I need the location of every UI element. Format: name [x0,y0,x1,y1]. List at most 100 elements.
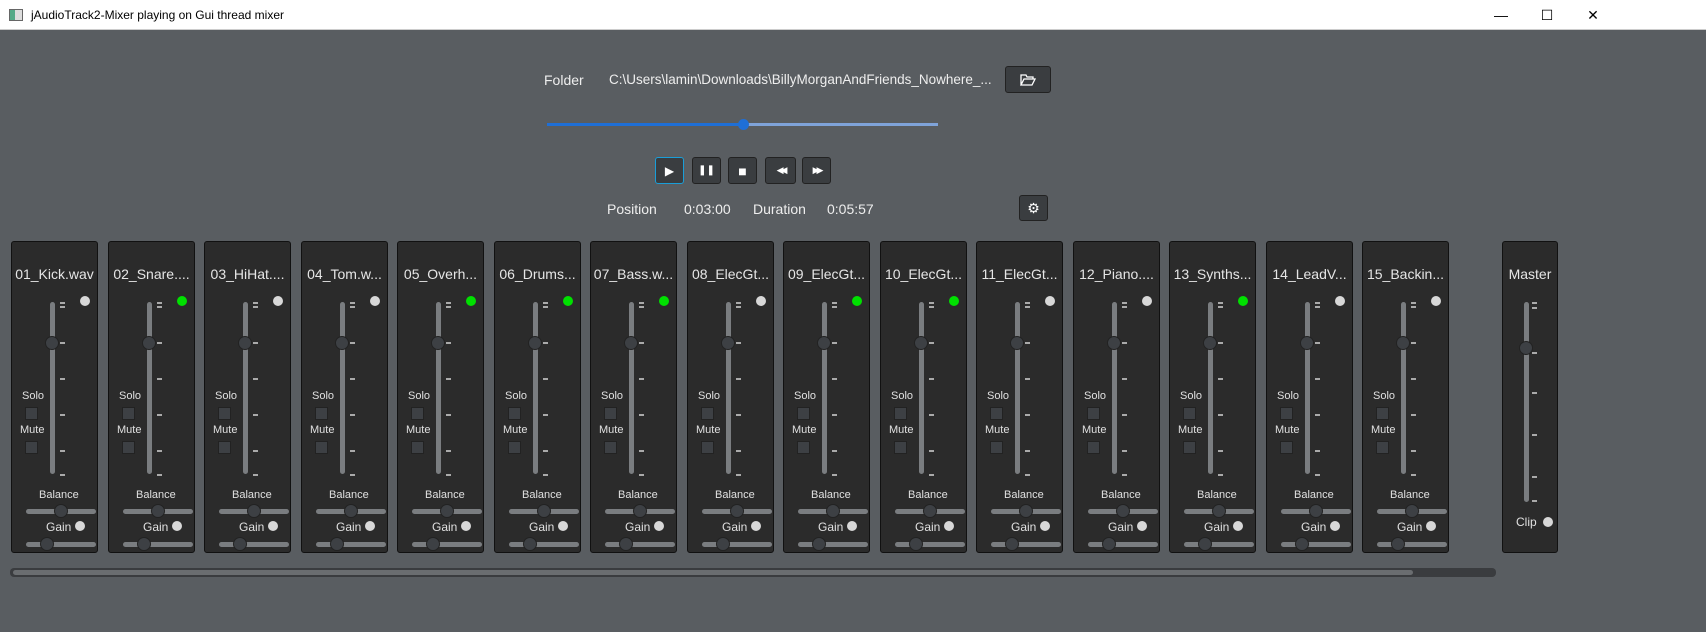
mute-checkbox[interactable] [25,441,38,454]
balance-thumb[interactable] [923,504,937,518]
balance-thumb[interactable] [151,504,165,518]
balance-thumb[interactable] [730,504,744,518]
mute-checkbox[interactable] [1376,441,1389,454]
gain-thumb[interactable] [330,537,344,551]
volume-slider[interactable] [243,302,248,474]
volume-thumb[interactable] [45,336,59,350]
balance-thumb[interactable] [344,504,358,518]
gain-thumb[interactable] [619,537,633,551]
mute-checkbox[interactable] [411,441,424,454]
balance-thumb[interactable] [1212,504,1226,518]
gain-slider[interactable] [123,542,193,547]
volume-thumb[interactable] [1396,336,1410,350]
volume-slider[interactable] [919,302,924,474]
solo-checkbox[interactable] [1087,407,1100,420]
balance-thumb[interactable] [1405,504,1419,518]
gain-slider[interactable] [1281,542,1351,547]
volume-thumb[interactable] [142,336,156,350]
volume-thumb[interactable] [1203,336,1217,350]
volume-slider[interactable] [629,302,634,474]
solo-checkbox[interactable] [25,407,38,420]
gain-thumb[interactable] [426,537,440,551]
rewind-button[interactable]: ◀◀ [765,157,796,184]
volume-thumb[interactable] [721,336,735,350]
gain-thumb[interactable] [1295,537,1309,551]
solo-checkbox[interactable] [508,407,521,420]
volume-slider[interactable] [1015,302,1020,474]
mute-checkbox[interactable] [1087,441,1100,454]
volume-slider[interactable] [1305,302,1310,474]
settings-button[interactable]: ⚙ [1019,195,1048,221]
balance-thumb[interactable] [1116,504,1130,518]
solo-checkbox[interactable] [411,407,424,420]
gain-slider[interactable] [1377,542,1447,547]
gain-thumb[interactable] [1391,537,1405,551]
play-button[interactable]: ▶ [655,157,684,184]
volume-thumb[interactable] [914,336,928,350]
gain-slider[interactable] [1184,542,1254,547]
solo-checkbox[interactable] [990,407,1003,420]
volume-slider[interactable] [726,302,731,474]
volume-thumb[interactable] [335,336,349,350]
gain-slider[interactable] [219,542,289,547]
volume-slider[interactable] [340,302,345,474]
volume-slider[interactable] [147,302,152,474]
volume-slider[interactable] [1112,302,1117,474]
gain-thumb[interactable] [909,537,923,551]
minimize-button[interactable]: — [1478,0,1524,30]
horizontal-scrollbar[interactable] [10,568,1496,577]
balance-thumb[interactable] [1309,504,1323,518]
volume-slider[interactable] [1401,302,1406,474]
open-folder-button[interactable] [1005,66,1051,93]
mute-checkbox[interactable] [315,441,328,454]
gain-slider[interactable] [509,542,579,547]
gain-thumb[interactable] [233,537,247,551]
gain-slider[interactable] [798,542,868,547]
gain-thumb[interactable] [1005,537,1019,551]
solo-checkbox[interactable] [701,407,714,420]
mute-checkbox[interactable] [218,441,231,454]
solo-checkbox[interactable] [797,407,810,420]
mute-checkbox[interactable] [508,441,521,454]
pause-button[interactable]: ❚❚ [692,157,721,184]
gain-slider[interactable] [895,542,965,547]
stop-button[interactable]: ■ [728,157,757,184]
volume-slider[interactable] [436,302,441,474]
gain-thumb[interactable] [1198,537,1212,551]
gain-slider[interactable] [605,542,675,547]
close-button[interactable]: ✕ [1570,0,1616,30]
balance-thumb[interactable] [826,504,840,518]
volume-slider[interactable] [822,302,827,474]
solo-checkbox[interactable] [894,407,907,420]
volume-thumb[interactable] [238,336,252,350]
mute-checkbox[interactable] [990,441,1003,454]
mute-checkbox[interactable] [1280,441,1293,454]
solo-checkbox[interactable] [604,407,617,420]
gain-slider[interactable] [1088,542,1158,547]
volume-thumb[interactable] [624,336,638,350]
balance-thumb[interactable] [440,504,454,518]
gain-slider[interactable] [702,542,772,547]
balance-thumb[interactable] [1019,504,1033,518]
mute-checkbox[interactable] [797,441,810,454]
gain-thumb[interactable] [40,537,54,551]
mute-checkbox[interactable] [1183,441,1196,454]
solo-checkbox[interactable] [218,407,231,420]
gain-thumb[interactable] [812,537,826,551]
gain-slider[interactable] [316,542,386,547]
balance-thumb[interactable] [537,504,551,518]
master-volume-thumb[interactable] [1519,341,1533,355]
progress-thumb[interactable] [737,119,749,130]
master-volume-slider[interactable] [1524,302,1529,502]
balance-thumb[interactable] [633,504,647,518]
solo-checkbox[interactable] [1376,407,1389,420]
playback-progress-slider[interactable] [547,119,938,130]
fast-forward-button[interactable]: ▶▶ [802,157,831,184]
gain-thumb[interactable] [137,537,151,551]
solo-checkbox[interactable] [122,407,135,420]
volume-thumb[interactable] [431,336,445,350]
gain-slider[interactable] [991,542,1061,547]
balance-thumb[interactable] [54,504,68,518]
volume-thumb[interactable] [1107,336,1121,350]
volume-slider[interactable] [533,302,538,474]
